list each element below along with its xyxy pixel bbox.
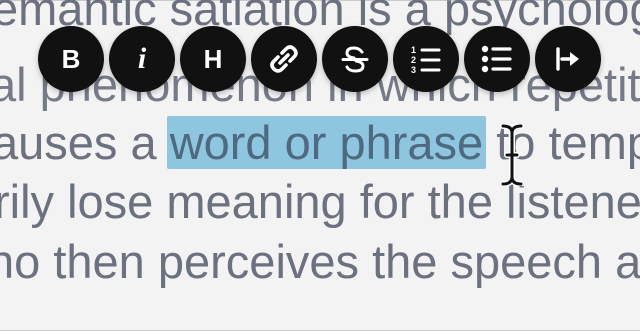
bold-button[interactable]: B	[38, 26, 104, 92]
bold-icon: B	[61, 43, 81, 74]
strikethrough-button[interactable]	[322, 26, 388, 92]
strikethrough-icon	[341, 46, 369, 73]
bulleted-list-button[interactable]	[464, 26, 530, 92]
italic-button[interactable]: i	[109, 26, 175, 92]
link-icon	[270, 45, 298, 73]
svg-text:2: 2	[411, 55, 416, 65]
indent-icon	[556, 47, 579, 71]
editor-line-text[interactable]: auses a	[0, 116, 170, 169]
selected-text[interactable]: word or phrase	[166, 116, 487, 169]
editor-line[interactable]: rily lose meaning for the listene	[0, 174, 640, 229]
editor-line[interactable]: ho then perceives the speech a	[0, 234, 640, 289]
indent-button[interactable]	[535, 26, 601, 92]
numbered-list-button[interactable]: 123	[393, 26, 459, 92]
heading-icon: H	[203, 43, 223, 74]
ibeam-cursor-icon	[500, 124, 524, 186]
editor-line[interactable]: auses a word or phrase to temp	[0, 115, 640, 170]
svg-text:3: 3	[411, 65, 416, 75]
editor-line[interactable]: emantic satiation is a psychologi	[0, 0, 640, 36]
numbered-list-icon: 123	[411, 45, 441, 75]
link-button[interactable]	[251, 26, 317, 92]
bulleted-list-icon	[481, 45, 512, 73]
svg-text:1: 1	[411, 45, 416, 55]
italic-icon: i	[137, 42, 147, 75]
heading-button[interactable]: H	[180, 26, 246, 92]
